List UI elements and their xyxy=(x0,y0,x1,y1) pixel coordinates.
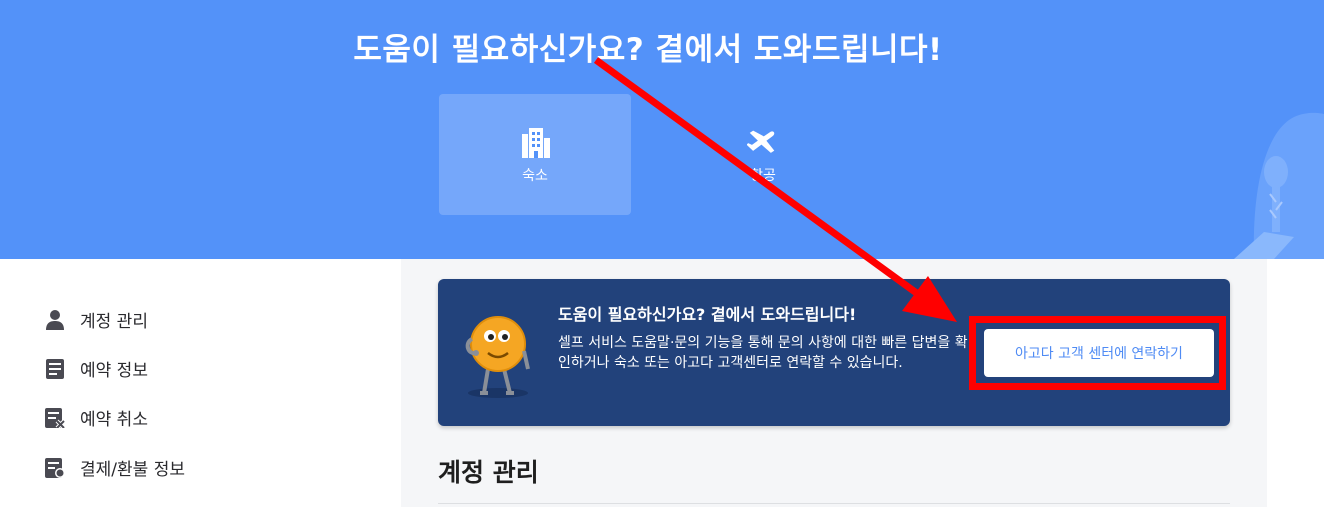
contact-support-button[interactable]: 아고다 고객 센터에 연락하기 xyxy=(984,329,1214,377)
banner-title: 도움이 필요하신가요? 곁에서 도와드립니다! xyxy=(558,305,857,324)
tab-label: 숙소 xyxy=(522,168,548,184)
document-cancel-icon xyxy=(44,407,66,429)
building-icon xyxy=(518,126,552,160)
help-hero: 도움이 필요하신가요? 곁에서 도와드립니다! 숙소 항공 xyxy=(0,0,1324,259)
tab-flight[interactable]: 항공 xyxy=(667,94,859,215)
document-payment-icon xyxy=(44,457,66,479)
tab-label: 항공 xyxy=(750,168,776,184)
sidebar-item-label: 예약 정보 xyxy=(80,361,148,381)
hero-title: 도움이 필요하신가요? 곁에서 도와드립니다! xyxy=(353,32,943,68)
tab-accommodation[interactable]: 숙소 xyxy=(439,94,631,215)
banner-description: 셀프 서비스 도움말·문의 기능을 통해 문의 사항에 대한 빠른 답변을 확인… xyxy=(558,335,968,371)
sidebar-item-payment-refund[interactable]: 결제/환불 정보 xyxy=(44,455,185,480)
document-icon xyxy=(44,358,66,380)
section-divider xyxy=(438,503,1230,504)
sidebar-item-label: 결제/환불 정보 xyxy=(80,460,185,480)
mascot-illustration xyxy=(465,316,530,398)
sidebar-item-label: 예약 취소 xyxy=(80,410,148,430)
main-content: 도움이 필요하신가요? 곁에서 도와드립니다! 셀프 서비스 도움말·문의 기능… xyxy=(401,259,1267,507)
sidebar-item-booking-info[interactable]: 예약 정보 xyxy=(44,356,148,381)
airplane-icon xyxy=(746,126,780,160)
right-gutter xyxy=(1267,259,1324,507)
sidebar: 계정 관리 예약 정보 예약 취소 결제/환불 정보 xyxy=(0,259,401,507)
sidebar-item-label: 계정 관리 xyxy=(80,312,148,332)
help-banner: 도움이 필요하신가요? 곁에서 도와드립니다! 셀프 서비스 도움말·문의 기능… xyxy=(438,279,1230,426)
section-title: 계정 관리 xyxy=(438,458,539,487)
decorative-landscape xyxy=(1234,112,1324,259)
person-icon xyxy=(44,309,66,331)
sidebar-item-cancel-booking[interactable]: 예약 취소 xyxy=(44,405,148,430)
sidebar-item-account[interactable]: 계정 관리 xyxy=(44,307,148,332)
